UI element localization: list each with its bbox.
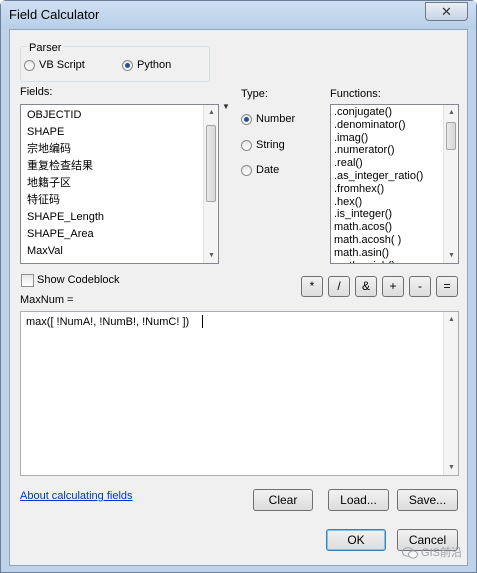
functions-label: Functions:: [330, 88, 381, 100]
dialog-body: Parser VB Script Python Fields: OBJECTID…: [9, 29, 468, 566]
list-item[interactable]: .as_integer_ratio(): [331, 170, 458, 183]
expression-label: MaxNum =: [20, 294, 74, 306]
radio-button-icon: [24, 59, 35, 71]
scroll-up-icon[interactable]: ▲: [444, 312, 459, 327]
radio-button-icon: [241, 164, 252, 176]
minus-button[interactable]: -: [409, 276, 431, 297]
fields-list[interactable]: OBJECTID SHAPE 宗地编码 重复检查结果 地籍子区 特征码 SHAPE_Leng…: [20, 104, 219, 264]
list-item[interactable]: math.acos(): [331, 221, 458, 234]
list-item[interactable]: .fromhex(): [331, 183, 458, 196]
list-item[interactable]: .numerator(): [331, 144, 458, 157]
type-string-radio[interactable]: String: [241, 139, 285, 152]
list-item[interactable]: .denominator(): [331, 119, 458, 132]
list-item[interactable]: 特征码: [21, 192, 218, 209]
list-item[interactable]: SHAPE: [21, 124, 218, 141]
scroll-down-icon[interactable]: ▼: [444, 460, 459, 475]
divide-button[interactable]: /: [328, 276, 350, 297]
field-calculator-window: Field Calculator ✕ Parser VB Script Pyth…: [0, 0, 477, 573]
list-item[interactable]: math.asin(): [331, 247, 458, 260]
list-item[interactable]: SHAPE_Length: [21, 209, 218, 226]
scroll-thumb[interactable]: [206, 125, 216, 202]
scroll-up-icon[interactable]: ▲: [204, 105, 218, 120]
functions-list[interactable]: .conjugate() .denominator() .imag() .numera…: [330, 104, 459, 264]
load-button[interactable]: Load...: [328, 489, 389, 511]
expression-text: max([ !NumA!, !NumB!, !NumC! ]): [26, 316, 190, 328]
fields-dropdown-icon[interactable]: ▼: [222, 102, 230, 111]
list-item[interactable]: .imag(): [331, 132, 458, 145]
type-date-radio[interactable]: Date: [241, 164, 279, 177]
list-item[interactable]: math.acosh( ): [331, 234, 458, 247]
fields-label: Fields:: [20, 86, 53, 98]
list-item[interactable]: .is_integer(): [331, 208, 458, 221]
list-item[interactable]: .real(): [331, 157, 458, 170]
clear-button[interactable]: Clear: [253, 489, 313, 511]
close-button[interactable]: ✕: [425, 2, 468, 21]
fields-scrollbar[interactable]: ▲ ▼: [203, 105, 218, 263]
show-codeblock-checkbox[interactable]: [21, 274, 34, 287]
plus-button[interactable]: +: [382, 276, 404, 297]
scroll-up-icon[interactable]: ▲: [444, 105, 458, 120]
list-item[interactable]: 地籍子区: [21, 175, 218, 192]
parser-label: Parser: [27, 42, 64, 54]
equals-button[interactable]: =: [436, 276, 458, 297]
radio-button-selected-icon: [122, 59, 133, 71]
ok-button[interactable]: OK: [326, 529, 386, 551]
list-item[interactable]: .conjugate(): [331, 106, 458, 119]
save-button[interactable]: Save...: [397, 489, 458, 511]
expression-scrollbar[interactable]: ▲ ▼: [443, 312, 458, 475]
close-icon: ✕: [441, 4, 452, 19]
type-label: Type:: [241, 88, 268, 100]
about-calculating-fields-link[interactable]: About calculating fields: [20, 490, 133, 502]
radio-button-selected-icon: [241, 113, 252, 125]
ampersand-button[interactable]: &: [355, 276, 377, 297]
scroll-down-icon[interactable]: ▼: [444, 248, 458, 263]
show-codeblock-label: Show Codeblock: [37, 274, 120, 286]
scroll-down-icon[interactable]: ▼: [204, 248, 218, 263]
list-item[interactable]: 重复检查结果: [21, 158, 218, 175]
list-item[interactable]: OBJECTID: [21, 107, 218, 124]
parser-vbscript-radio[interactable]: VB Script: [24, 59, 85, 72]
watermark: GIS前沿: [402, 544, 462, 560]
functions-scrollbar[interactable]: ▲ ▼: [443, 105, 458, 263]
list-item[interactable]: MaxVal: [21, 243, 218, 260]
title-bar[interactable]: Field Calculator ✕: [1, 1, 476, 29]
scroll-thumb[interactable]: [446, 122, 456, 150]
type-number-radio[interactable]: Number: [241, 113, 295, 126]
chat-bubble-icon: [402, 547, 419, 559]
expression-textarea[interactable]: max([ !NumA!, !NumB!, !NumC! ]) ▲ ▼: [20, 311, 459, 476]
list-item[interactable]: 宗地编码: [21, 141, 218, 158]
radio-button-icon: [241, 139, 252, 151]
window-title: Field Calculator: [9, 7, 100, 22]
list-item[interactable]: .hex(): [331, 196, 458, 209]
list-item[interactable]: math.asinh(): [331, 260, 458, 263]
parser-python-radio[interactable]: Python: [122, 59, 171, 72]
multiply-button[interactable]: *: [301, 276, 323, 297]
list-item[interactable]: SHAPE_Area: [21, 226, 218, 243]
text-cursor: [202, 315, 203, 328]
